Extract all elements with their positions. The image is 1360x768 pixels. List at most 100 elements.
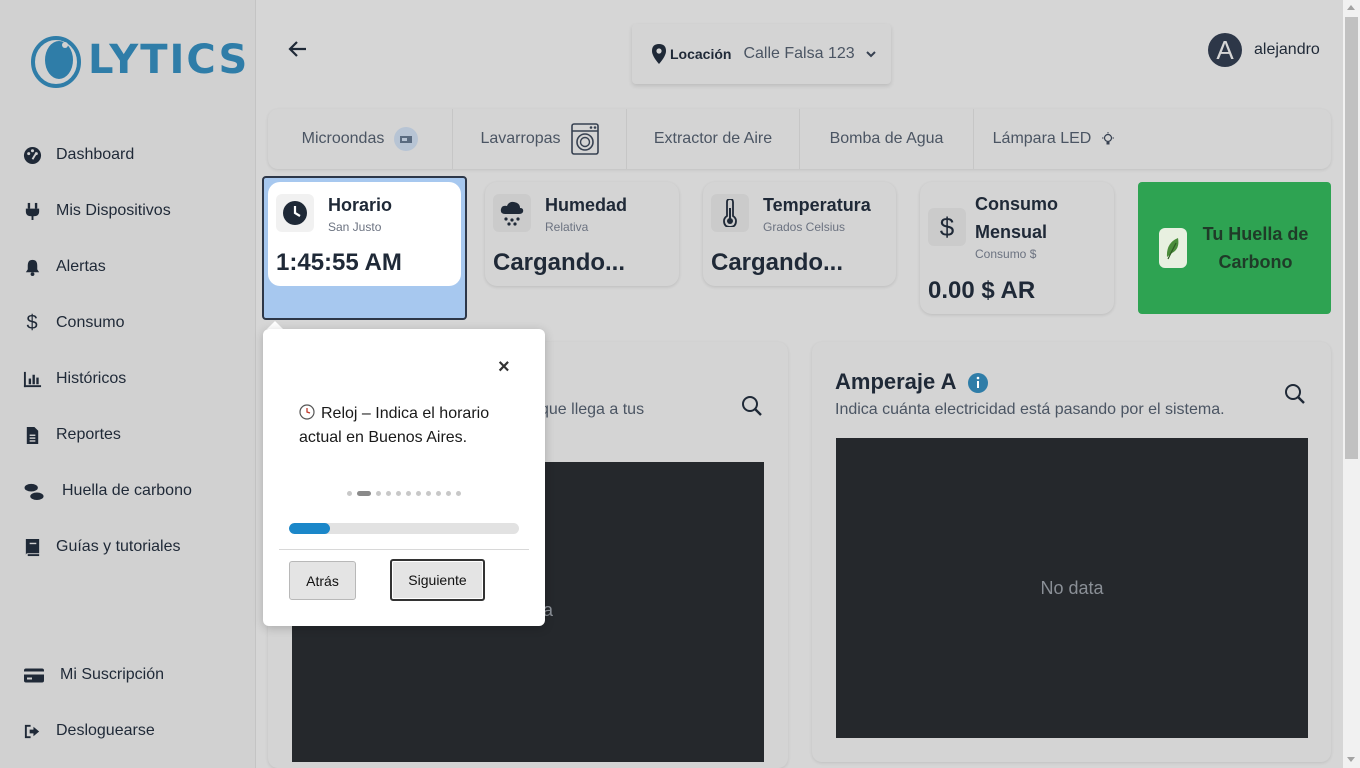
bell-icon <box>22 257 42 277</box>
search-icon[interactable] <box>1284 383 1306 405</box>
sidebar-item-label: Reportes <box>56 426 121 443</box>
dollar-icon: $ <box>26 311 38 334</box>
book-icon <box>22 537 42 557</box>
tab-extractor[interactable]: Extractor de Aire <box>627 109 800 169</box>
panel-description: que llega a tus <box>540 401 645 418</box>
location-label: Locación <box>670 46 732 62</box>
close-icon[interactable]: × <box>498 356 510 379</box>
huella-label-line: Tu Huella de <box>1202 224 1309 244</box>
sidebar-item-label: Mi Suscripción <box>60 666 165 683</box>
tour-text: Reloj – Indica el horario actual en Buen… <box>299 402 514 450</box>
sidebar-item-label: Alertas <box>56 258 106 275</box>
chevron-down-icon <box>865 51 876 58</box>
device-tabs: Microondas Lavarropas Extractor de Aire … <box>268 109 1331 169</box>
back-arrow-icon[interactable] <box>287 38 309 60</box>
card-value: Cargando... <box>493 249 626 276</box>
card-title: Horario <box>328 195 393 215</box>
page-scrollbar[interactable] <box>1343 0 1360 768</box>
card-value: 1:45:55 AM <box>276 249 402 276</box>
sidebar-item-suscripcion[interactable]: Mi Suscripción <box>22 665 164 685</box>
card-subtitle: Relativa <box>545 220 589 234</box>
card-horario: Horario San Justo 1:45:55 AM <box>268 182 461 286</box>
tour-dot[interactable] <box>446 491 451 496</box>
logout-icon <box>22 721 42 741</box>
sidebar-item-dispositivos[interactable]: Mis Dispositivos <box>22 201 171 221</box>
tour-dot[interactable] <box>386 491 391 496</box>
map-pin-icon <box>652 44 666 64</box>
user-menu[interactable]: A alejandro <box>1208 33 1320 67</box>
sidebar-item-label: Desloguearse <box>56 722 155 739</box>
sidebar-item-alertas[interactable]: Alertas <box>22 257 106 277</box>
sidebar-item-label: Dashboard <box>56 146 135 163</box>
microwave-icon <box>394 127 419 151</box>
lytics-logo[interactable]: LYTICS <box>30 30 249 90</box>
tour-dot[interactable] <box>406 491 411 496</box>
logo-mark-icon <box>31 36 81 88</box>
scroll-up-arrow-icon[interactable] <box>1347 5 1355 10</box>
panel-title: Amperaje A <box>835 369 988 395</box>
lightbulb-icon <box>1101 132 1115 146</box>
divider <box>279 549 529 550</box>
location-value: Calle Falsa 123 <box>743 45 855 62</box>
sidebar-item-reportes[interactable]: Reportes <box>22 425 121 445</box>
tour-dot-active[interactable] <box>357 491 371 496</box>
search-icon[interactable] <box>741 395 763 417</box>
info-icon[interactable] <box>967 373 988 394</box>
tab-label: Lámpara LED <box>992 130 1092 147</box>
panel-description: Indica cuánta electricidad está pasando … <box>835 401 1225 418</box>
scroll-down-arrow-icon[interactable] <box>1347 757 1355 762</box>
card-humedad: Humedad Relativa Cargando... <box>485 182 679 286</box>
footprints-icon <box>22 481 48 501</box>
next-button[interactable]: Siguiente <box>390 559 485 601</box>
tab-label: Microondas <box>301 130 385 147</box>
sidebar-item-dashboard[interactable]: Dashboard <box>22 145 134 165</box>
tab-label: Lavarropas <box>480 130 561 147</box>
card-value: 0.00 $ AR <box>928 277 1036 304</box>
huella-carbono-button[interactable]: Tu Huella de Carbono <box>1138 182 1331 314</box>
card-temperatura: Temperatura Grados Celsius Cargando... <box>703 182 896 286</box>
back-button[interactable]: Atrás <box>289 561 356 600</box>
card-subtitle: Consumo $ <box>975 247 1037 261</box>
tour-dot[interactable] <box>416 491 421 496</box>
sidebar-item-guias[interactable]: Guías y tutoriales <box>22 537 181 557</box>
huella-label-line: Carbono <box>1218 252 1293 272</box>
tour-dot[interactable] <box>347 491 352 496</box>
huella-label: Tu Huella de Carbono <box>1201 220 1311 276</box>
washing-machine-icon <box>570 123 599 155</box>
tour-pointer <box>267 321 283 329</box>
sidebar-item-label: Huella de carbono <box>62 482 192 499</box>
card-subtitle: Grados Celsius <box>763 220 846 234</box>
card-subtitle: San Justo <box>328 220 382 234</box>
sidebar-item-label: Consumo <box>56 314 125 331</box>
clock-emoji-icon <box>299 404 315 420</box>
scroll-thumb[interactable] <box>1345 17 1358 459</box>
leaf-icon <box>1158 228 1187 268</box>
sidebar-item-label: Históricos <box>56 370 127 387</box>
sidebar-item-huella[interactable]: Huella de carbono <box>22 481 192 501</box>
tour-step-dots <box>347 491 466 496</box>
tour-dot[interactable] <box>436 491 441 496</box>
thermometer-icon <box>711 194 749 232</box>
card-consumo: $ Consumo Mensual Consumo $ 0.00 $ AR <box>920 182 1114 314</box>
tab-lampara[interactable]: Lámpara LED <box>974 109 1134 169</box>
card-title-line: Mensual <box>975 222 1048 242</box>
dollar-icon: $ <box>928 208 966 246</box>
sidebar-item-historicos[interactable]: Históricos <box>22 369 126 389</box>
tour-dot[interactable] <box>396 491 401 496</box>
tour-dot[interactable] <box>456 491 461 496</box>
sidebar-item-consumo[interactable]: $ Consumo <box>22 311 125 334</box>
tab-bomba[interactable]: Bomba de Agua <box>800 109 974 169</box>
tab-lavarropas[interactable]: Lavarropas <box>453 109 627 169</box>
tour-progress-bar <box>289 523 519 534</box>
card-title: Temperatura <box>763 195 871 215</box>
tour-dot[interactable] <box>376 491 381 496</box>
card-title-line: Consumo <box>975 194 1058 214</box>
sidebar-item-logout[interactable]: Desloguearse <box>22 721 155 741</box>
location-selector[interactable]: Locación Calle Falsa 123 <box>632 24 891 84</box>
chart-area: No data <box>836 438 1308 738</box>
tour-dot[interactable] <box>426 491 431 496</box>
tab-microondas[interactable]: Microondas <box>268 109 453 169</box>
logo-text: LYTICS <box>88 37 250 83</box>
tour-progress-fill <box>289 523 331 534</box>
clock-icon <box>276 194 314 232</box>
